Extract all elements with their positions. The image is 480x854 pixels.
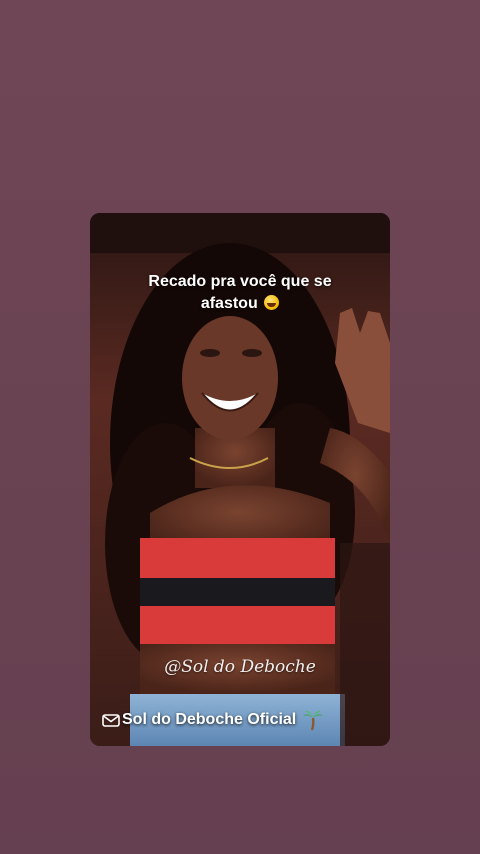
video-caption: Recado pra você que se afastou bbox=[110, 271, 370, 315]
caption-line-2: afastou bbox=[200, 295, 258, 312]
palm-tree-icon bbox=[302, 709, 324, 731]
envelope-icon bbox=[102, 713, 120, 727]
caption-line-1: Recado pra você que se bbox=[148, 273, 332, 290]
channel-name: Sol do Deboche Oficial bbox=[122, 711, 297, 728]
watermark-text: @Sol do Deboche bbox=[164, 657, 316, 677]
grinning-sweat-emoji-icon bbox=[264, 295, 280, 310]
channel-label: Sol do Deboche Oficial bbox=[102, 709, 382, 731]
story-video[interactable]: Recado pra você que se afastou @Sol do D… bbox=[90, 213, 390, 746]
